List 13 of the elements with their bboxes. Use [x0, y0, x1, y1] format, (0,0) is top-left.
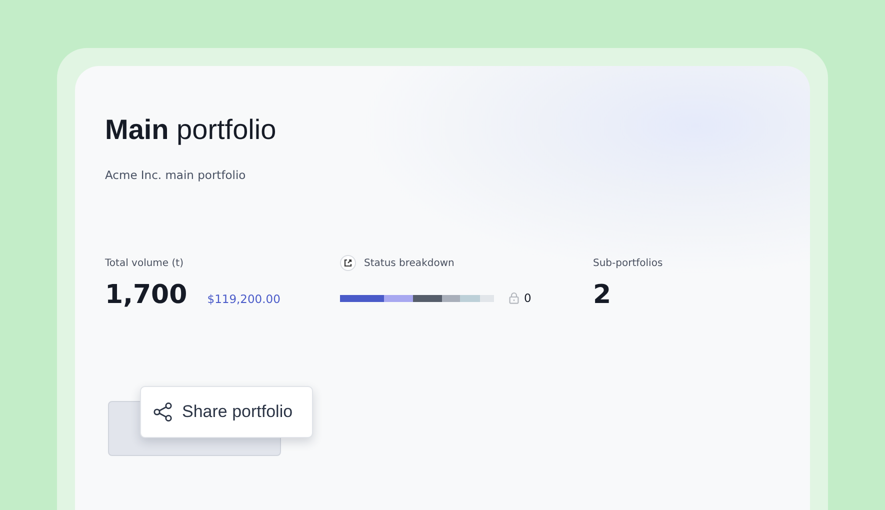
- stat-amount: $119,200.00: [207, 292, 280, 306]
- page-subtitle: Acme Inc. main portfolio: [105, 168, 247, 182]
- external-link-icon[interactable]: [340, 255, 356, 271]
- stat-label: Status breakdown: [364, 258, 454, 268]
- share-icon: [153, 402, 173, 422]
- locked-count: 0: [524, 291, 532, 305]
- stat-label: Sub-portfolios: [593, 258, 663, 268]
- page-title: Main portfolio: [105, 113, 278, 147]
- stat-value: 1,700: [105, 280, 188, 310]
- stat-label: Total volume (t): [105, 258, 184, 268]
- lock-icon: [509, 292, 519, 304]
- share-button[interactable]: Share portfolio: [140, 386, 313, 438]
- stat-value: 2: [593, 280, 612, 310]
